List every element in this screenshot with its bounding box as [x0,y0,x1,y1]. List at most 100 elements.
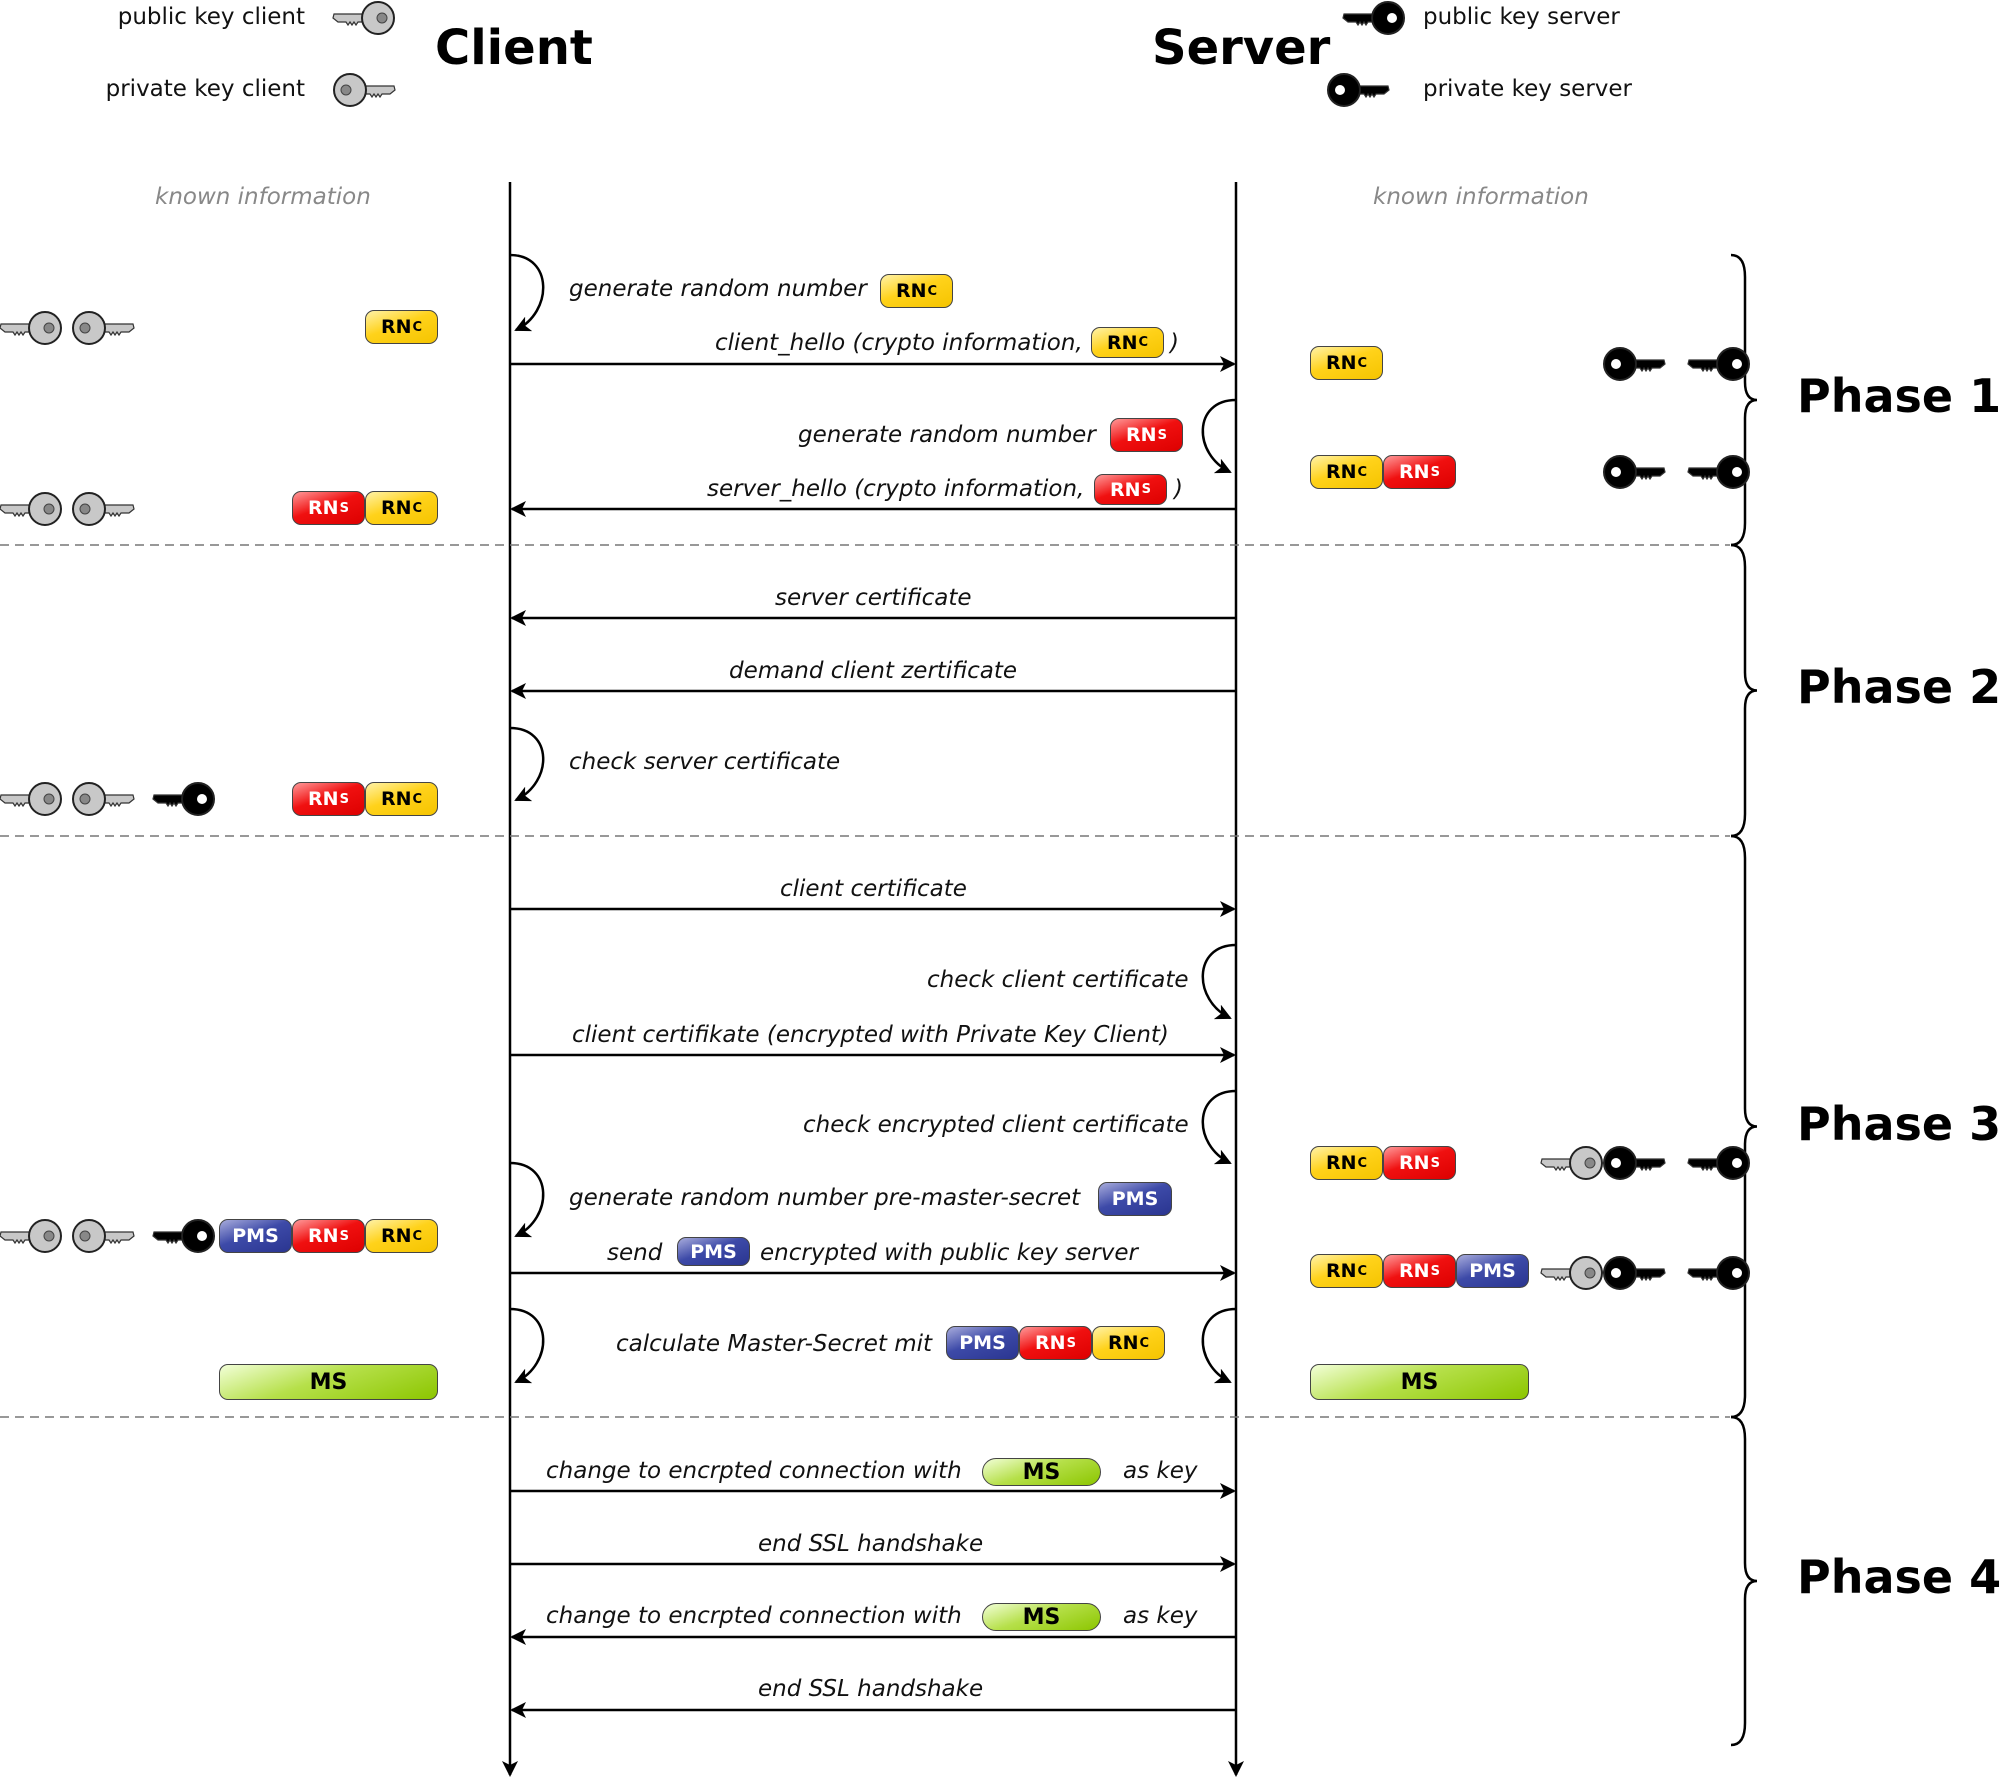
key-shaft [1687,467,1720,481]
self-loop-arrow [509,726,545,802]
key-shaft [0,323,32,337]
msg-generate-rnc: generate random number [569,276,867,302]
key-shaft [152,1231,185,1245]
key-hole [1732,1158,1742,1168]
key-shaft [1633,467,1666,481]
key-hole [197,794,207,804]
legend-public-key-server: public key server [1423,4,1620,30]
key-shaft [102,504,135,518]
client-key-icon [72,492,135,526]
msg-as-key: as key [1123,1458,1198,1484]
key-hole [43,793,55,805]
key-hole [1732,1268,1742,1278]
key-hole [1611,359,1621,369]
msg-server-hello-close: ) [1174,476,1183,502]
key-hole [1335,85,1345,95]
client-key-icon [72,782,135,816]
key-hole [43,322,55,334]
client-known-rns: RN S [292,782,365,816]
msg-server-hello: server_hello (crypto information, [707,476,1085,502]
phase-brace [1730,1415,1758,1747]
client-key-icon [0,492,62,526]
msg-end-handshake-client: end SSL handshake [758,1531,984,1557]
key-hole [1611,1268,1621,1278]
token-rnc: RN C [1092,1326,1165,1360]
msg-end-handshake-server: end SSL handshake [758,1676,984,1702]
key-shaft [363,85,396,99]
server-key-icon [1687,1256,1750,1290]
key-hole [1584,1157,1596,1169]
self-loop-arrow [1201,1089,1237,1165]
server-known-rns: RN S [1383,1254,1456,1288]
phase-2-label: Phase 2 [1797,660,2000,714]
msg-client-certificate: client certificate [780,876,967,902]
server-key-icon [1603,455,1666,489]
legend-public-key-client: public key client [117,4,305,30]
legend-private-key-server: private key server [1423,76,1633,102]
key-hole [1584,1267,1596,1279]
key-hole [79,793,91,805]
client-known-pms: PMS [219,1219,292,1253]
key-shaft [102,794,135,808]
client-known-ms: MS [219,1364,438,1400]
phase-brace [1730,543,1758,838]
msg-change-encrypted-server: change to encrpted connection with [546,1603,962,1629]
server-known-rns: RN S [1383,1146,1456,1180]
key-shaft [1540,1158,1573,1172]
client-known-rnc: RN C [365,491,438,525]
server-known-rnc: RN C [1310,346,1383,380]
msg-check-encrypted-client-certificate: check encrypted client certificate [803,1112,1189,1138]
legend-private-key-client: private key client [105,76,305,102]
key-shaft [1540,1268,1573,1282]
token-rnc: RN C [1091,327,1164,358]
self-loop-arrow [1201,1307,1237,1384]
self-loop-arrow [509,1307,545,1384]
client-key-icon [332,1,395,35]
msg-change-encrypted-client: change to encrpted connection with [546,1458,962,1484]
msg-check-client-certificate: check client certificate [927,967,1189,993]
phase-1-label: Phase 1 [1797,369,2000,423]
server-known-ms: MS [1310,1364,1529,1400]
msg-as-key: as key [1123,1603,1198,1629]
server-known-rnc: RN C [1310,1254,1383,1288]
client-key-icon [0,1219,62,1253]
msg-text: generate random number [569,276,867,302]
msg-demand-client-certificate: demand client zertificate [729,658,1018,684]
key-hole [79,322,91,334]
phase-brace [1730,253,1758,547]
msg-generate-rns: generate random number [798,422,1096,448]
key-shaft [1357,85,1390,99]
msg-client-certificate-encrypted: client certifikate (encrypted with Priva… [572,1022,1169,1048]
self-loop-arrow [509,253,545,332]
client-known-rnc: RN C [365,1219,438,1253]
msg-client-hello-close: ) [1170,330,1179,356]
server-title: Server [1152,20,1331,76]
key-hole [1611,1158,1621,1168]
client-key-icon [0,782,62,816]
key-shaft [332,13,365,27]
key-hole [1732,467,1742,477]
key-shaft [1687,359,1720,373]
client-title: Client [435,20,593,76]
server-key-icon [1687,455,1750,489]
key-shaft [0,1231,32,1245]
self-loop-arrow [509,1161,545,1238]
client-key-icon [0,311,62,345]
server-key-icon [1687,347,1750,381]
self-loop-arrow [1201,943,1237,1020]
key-shaft [1342,13,1375,27]
client-known-rnc: RN C [365,310,438,344]
server-key-icon [1603,347,1666,381]
msg-send-encrypted: encrypted with public key server [760,1240,1138,1266]
msg-check-server-certificate: check server certificate [569,749,841,775]
server-key-icon [152,782,215,816]
client-known-rnc: RN C [365,782,438,816]
key-hole [376,12,388,24]
key-shaft [0,794,32,808]
self-loop-arrow [1201,398,1237,474]
msg-server-certificate: server certificate [775,585,972,611]
client-key-icon [72,311,135,345]
key-hole [1387,13,1397,23]
msg-client-hello: client_hello (crypto information, [715,330,1083,356]
server-known-rnc: RN C [1310,455,1383,489]
